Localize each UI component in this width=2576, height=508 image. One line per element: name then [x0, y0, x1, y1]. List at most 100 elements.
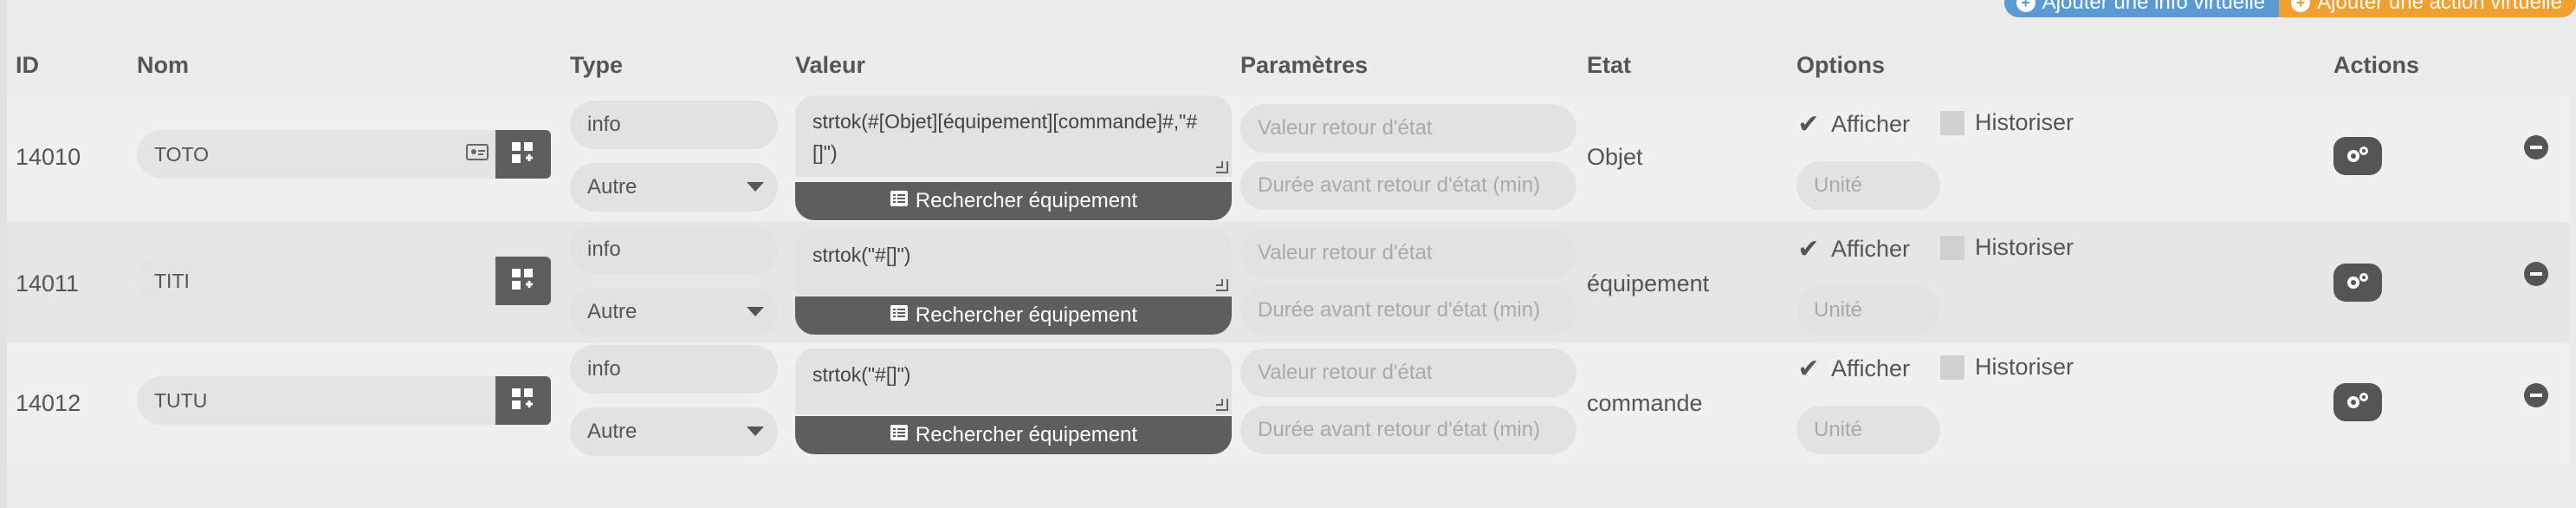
table-row: 14010 TOTO info Autre strtok(#[Objet][éq…: [7, 95, 2569, 222]
etat-text: Objet: [1587, 144, 1643, 170]
unit-placeholder: Unité: [1814, 298, 1863, 322]
checkmark-icon: ✔: [1797, 235, 1820, 264]
name-input[interactable]: TOTO: [137, 130, 502, 179]
return-value-placeholder: Valeur retour d'état: [1258, 361, 1433, 384]
col-valeur: Valeur: [795, 52, 866, 78]
etat-text: commande: [1587, 390, 1703, 416]
unit-placeholder: Unité: [1814, 173, 1863, 197]
col-nom: Nom: [137, 52, 189, 78]
list-icon: [890, 303, 909, 328]
name-input[interactable]: TITI: [137, 257, 502, 305]
gears-icon: [2345, 144, 2371, 169]
search-equipment-button[interactable]: Rechercher équipement: [795, 416, 1232, 454]
gears-icon: [2345, 390, 2371, 415]
list-icon: [890, 423, 909, 447]
return-delay-input[interactable]: Durée avant retour d'état (min): [1240, 286, 1576, 335]
gears-icon: [2345, 270, 2371, 296]
name-input[interactable]: TUTU: [137, 376, 502, 425]
row-id: 14011: [16, 270, 80, 296]
configure-cmd-button[interactable]: [495, 376, 551, 425]
valeur-text: strtok(#[Objet][équipement][commande]#,"…: [812, 110, 1198, 164]
subtype-value: Autre: [587, 175, 638, 199]
resize-handle-icon[interactable]: [1216, 279, 1228, 291]
return-value-input[interactable]: Valeur retour d'état: [1240, 348, 1576, 397]
table-row: 14012 TUTU info Autre strtok("#[]") Rech…: [7, 343, 2569, 465]
id-card-icon: [466, 142, 489, 168]
subtype-value: Autre: [587, 300, 638, 323]
name-value: TOTO: [154, 142, 210, 166]
valeur-text: strtok("#[]"): [812, 244, 911, 266]
name-value: TUTU: [154, 388, 208, 412]
unit-placeholder: Unité: [1814, 418, 1863, 441]
etat-text: équipement: [1587, 270, 1710, 296]
configure-cmd-button[interactable]: [495, 130, 551, 179]
configure-cmd-button[interactable]: [495, 257, 551, 305]
subtype-select[interactable]: Autre: [570, 288, 778, 336]
afficher-label: Afficher: [1831, 355, 1911, 381]
afficher-checkbox[interactable]: ✔ Afficher: [1796, 234, 1910, 264]
configure-cmd-icon: [510, 267, 536, 296]
unit-input[interactable]: Unité: [1796, 286, 1940, 335]
advanced-config-button[interactable]: [2333, 264, 2382, 302]
search-label: Rechercher équipement: [915, 189, 1138, 212]
advanced-config-button[interactable]: [2333, 383, 2382, 421]
historiser-label: Historiser: [1975, 234, 2074, 260]
historiser-checkbox[interactable]: Historiser: [1940, 234, 2074, 261]
remove-row-button[interactable]: [2524, 262, 2548, 286]
type-value: info: [587, 238, 621, 261]
unchecked-box: [1940, 110, 1964, 135]
plus-circle-icon: +: [2291, 0, 2311, 12]
resize-handle-icon[interactable]: [1216, 399, 1228, 411]
return-value-input[interactable]: Valeur retour d'état: [1240, 229, 1576, 277]
afficher-label: Afficher: [1831, 111, 1911, 137]
search-equipment-button[interactable]: Rechercher équipement: [795, 182, 1232, 220]
table-header: ID Nom Type Valeur Paramètres Etat Optio…: [0, 49, 2576, 83]
unit-input[interactable]: Unité: [1796, 406, 1940, 454]
top-actions: + Ajouter une info virtuelle + Ajouter u…: [2003, 0, 2576, 17]
return-value-input[interactable]: Valeur retour d'état: [1240, 104, 1576, 153]
checkmark-icon: ✔: [1797, 110, 1820, 139]
configure-cmd-icon: [510, 387, 536, 415]
add-action-button[interactable]: + Ajouter une action virtuelle: [2279, 0, 2576, 17]
col-options: Options: [1796, 52, 1885, 78]
return-delay-input[interactable]: Durée avant retour d'état (min): [1240, 406, 1576, 454]
chevron-down-icon: [747, 307, 764, 316]
row-id: 14010: [16, 144, 81, 170]
commands-page: + Ajouter une info virtuelle + Ajouter u…: [0, 0, 2576, 508]
type-value: info: [587, 357, 621, 381]
remove-row-button[interactable]: [2524, 135, 2548, 160]
unit-input[interactable]: Unité: [1796, 161, 1940, 210]
afficher-checkbox[interactable]: ✔ Afficher: [1796, 109, 1910, 140]
valeur-text: strtok("#[]"): [812, 363, 911, 386]
return-value-placeholder: Valeur retour d'état: [1258, 241, 1433, 264]
add-action-label: Ajouter une action virtuelle: [2317, 0, 2562, 14]
historiser-checkbox[interactable]: Historiser: [1940, 109, 2074, 136]
valeur-textarea[interactable]: strtok("#[]"): [795, 348, 1232, 414]
subtype-select[interactable]: Autre: [570, 407, 778, 456]
unchecked-box: [1940, 355, 1964, 380]
remove-row-button[interactable]: [2524, 383, 2548, 407]
valeur-textarea[interactable]: strtok(#[Objet][équipement][commande]#,"…: [795, 95, 1232, 177]
name-value: TITI: [154, 269, 190, 292]
col-type: Type: [570, 52, 624, 78]
afficher-label: Afficher: [1831, 236, 1911, 262]
advanced-config-button[interactable]: [2333, 137, 2382, 175]
col-id: ID: [16, 52, 39, 78]
search-label: Rechercher équipement: [915, 423, 1138, 446]
subtype-select[interactable]: Autre: [570, 163, 778, 212]
afficher-checkbox[interactable]: ✔ Afficher: [1796, 354, 1910, 384]
unchecked-box: [1940, 235, 1964, 260]
resize-handle-icon[interactable]: [1216, 161, 1228, 173]
search-equipment-button[interactable]: Rechercher équipement: [795, 296, 1232, 335]
type-field[interactable]: info: [570, 225, 778, 274]
list-icon: [890, 189, 909, 213]
type-field[interactable]: info: [570, 101, 778, 149]
valeur-textarea[interactable]: strtok("#[]"): [795, 229, 1232, 295]
add-info-button[interactable]: + Ajouter une info virtuelle: [2003, 0, 2280, 17]
col-etat: Etat: [1587, 52, 1632, 78]
historiser-checkbox[interactable]: Historiser: [1940, 354, 2074, 381]
type-field[interactable]: info: [570, 345, 778, 394]
return-value-placeholder: Valeur retour d'état: [1258, 116, 1433, 140]
return-delay-placeholder: Durée avant retour d'état (min): [1258, 298, 1541, 322]
return-delay-input[interactable]: Durée avant retour d'état (min): [1240, 161, 1576, 210]
